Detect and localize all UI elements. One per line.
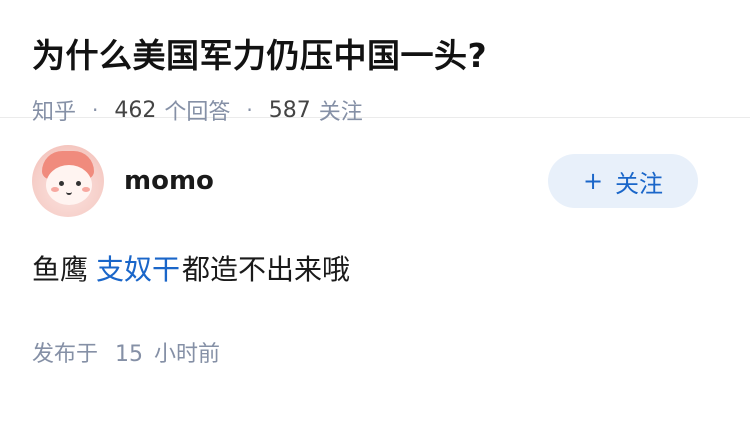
avatar-eye [76, 181, 81, 186]
publish-number: 15 [115, 342, 144, 367]
avatar[interactable] [32, 145, 104, 217]
avatar-eye [59, 181, 64, 186]
avatar-blush [82, 187, 90, 192]
answer-text: 都造不出来哦 [182, 253, 351, 286]
author-name[interactable]: momo [124, 166, 214, 196]
avatar-blush [51, 187, 59, 192]
follow-button-label: 关注 [615, 169, 664, 198]
question-title[interactable]: 为什么美国军力仍压中国一头? [32, 34, 718, 78]
answer-keyword-link[interactable]: 支奴干 [96, 253, 180, 286]
answer-content: 鱼鹰 支奴干都造不出来哦 [32, 250, 718, 290]
answer-card: momo + 关注 鱼鹰 支奴干都造不出来哦 发布于 15 小时前 [0, 114, 750, 368]
question-header: 为什么美国军力仍压中国一头? 知乎 · 462 个回答 · 587 关注 [0, 0, 750, 125]
publish-time: 发布于 15 小时前 [32, 336, 718, 368]
publish-suffix: 小时前 [154, 342, 221, 367]
plus-icon: + [582, 167, 604, 195]
avatar-mouth [66, 189, 72, 195]
follow-button[interactable]: + 关注 [548, 154, 698, 208]
avatar-face [46, 165, 92, 205]
publish-prefix: 发布于 [32, 342, 99, 367]
answer-text: 鱼鹰 [32, 253, 89, 286]
